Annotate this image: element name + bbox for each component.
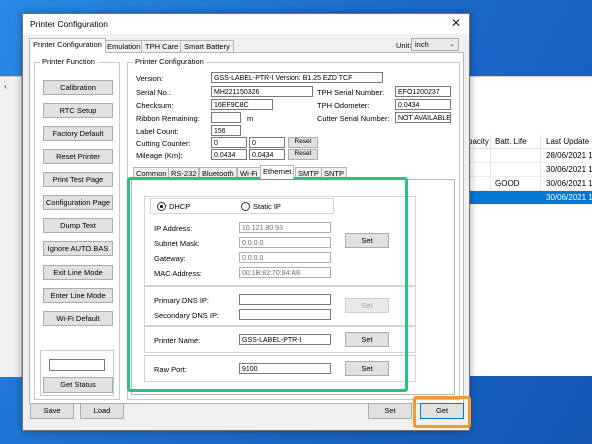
cutter-serial-label: Cutter Serial Number: (317, 114, 390, 123)
factory-default-button[interactable]: Factory Default (43, 126, 113, 141)
set-button[interactable]: Set (368, 403, 412, 419)
cutting-counter-label: Cutting Counter: (136, 139, 191, 148)
rtc-setup-button[interactable]: RTC Setup (43, 103, 113, 118)
print-test-page-button[interactable]: Print Test Page (43, 172, 113, 187)
load-button[interactable]: Load (80, 403, 124, 419)
title-bar: Printer Configuration ✕ (23, 14, 469, 34)
tph-odometer-field: 0.0434 (395, 99, 451, 110)
get-button-highlight (413, 396, 471, 428)
mileage-label: Mileage (Km): (136, 151, 183, 160)
unit-label: Unit: (396, 41, 412, 50)
configuration-page-button[interactable]: Configuration Page (43, 195, 113, 210)
label-count-label: Label Count: (136, 127, 179, 136)
background-device-table: pacity Batt. Life Last Update 28/06/2021… (462, 135, 592, 205)
cutter-serial-field: NOT AVAILABLE (395, 112, 451, 123)
table-cell: 28/06/2021 14: (546, 151, 592, 160)
table-cell: 30/06/2021 15: (546, 179, 592, 188)
table-cell: GOOD (495, 179, 520, 188)
cutting-counter-reset-button[interactable]: Reset (288, 137, 318, 148)
checksum-field: 16EF9C8C (211, 99, 273, 110)
ribbon-remaining-field (211, 112, 241, 123)
ethernet-settings-highlight (127, 177, 408, 392)
get-status-button[interactable]: Get Status (43, 377, 113, 393)
checksum-label: Checksum: (136, 101, 174, 110)
calibration-button[interactable]: Calibration (43, 80, 113, 95)
version-label: Version: (136, 74, 164, 83)
save-button[interactable]: Save (30, 403, 74, 419)
status-field (49, 359, 105, 371)
reset-printer-button[interactable]: Reset Printer (43, 149, 113, 164)
table-row[interactable]: 30/06/2021 13: (462, 163, 592, 177)
ignore-auto-bas-button[interactable]: Ignore AUTO.BAS (43, 241, 113, 256)
tab-smart-battery[interactable]: Smart Battery (180, 40, 234, 52)
tph-serial-field: EFO1200237 (395, 86, 451, 97)
unit-select-value: inch (415, 40, 429, 49)
dialog-title: Printer Configuration (30, 19, 108, 29)
ribbon-remaining-label: Ribbon Remaining: (136, 114, 200, 123)
background-window-side: ‹ (0, 77, 22, 377)
table-cell: 30/06/2021 15: (546, 193, 592, 202)
cutting-counter-field-a: 0 (211, 137, 247, 148)
chevron-left-icon[interactable]: ‹ (4, 81, 7, 91)
label-count-field: 156 (211, 125, 241, 136)
column-header-last-update[interactable]: Last Update (546, 137, 589, 146)
mileage-field-b: 0.0434 (249, 149, 285, 160)
column-header-batt-life[interactable]: Batt. Life (495, 137, 527, 146)
printer-configuration-group-label: Printer Configuration (133, 57, 206, 66)
cutting-counter-field-b: 0 (249, 137, 285, 148)
column-header-capacity[interactable]: pacity (468, 137, 489, 146)
table-row[interactable]: 28/06/2021 14: (462, 149, 592, 163)
tab-tph-care[interactable]: TPH Care (141, 40, 183, 52)
dump-text-button[interactable]: Dump Text (43, 218, 113, 233)
serial-field: MH221150326 (211, 86, 313, 97)
table-row[interactable]: GOOD 30/06/2021 15: (462, 177, 592, 191)
chevron-down-icon: ⌄ (449, 41, 455, 48)
tab-emulation[interactable]: Emulation (103, 40, 145, 52)
mileage-field-a: 0.0434 (211, 149, 247, 160)
table-cell: 30/06/2021 13: (546, 165, 592, 174)
close-icon[interactable]: ✕ (451, 16, 461, 30)
tph-serial-label: TPH Serial Number: (317, 88, 385, 97)
table-row-selected[interactable]: 30/06/2021 15: (462, 191, 592, 205)
exit-line-mode-button[interactable]: Exit Line Mode (43, 265, 113, 280)
tab-ethernet[interactable]: Ethernet (260, 165, 295, 179)
tph-odometer-label: TPH Odometer: (317, 101, 370, 110)
version-field: GSS-LABEL-PTR-I Version: B1.25 EZD TCF (211, 72, 383, 83)
serial-label: Serial No.: (136, 88, 172, 97)
mileage-reset-button[interactable]: Reset (288, 149, 318, 160)
unit-select[interactable]: inch ⌄ (411, 38, 459, 51)
tab-printer-configuration[interactable]: Printer Configuration (29, 38, 106, 53)
enter-line-mode-button[interactable]: Enter Line Mode (43, 288, 113, 303)
ribbon-unit-label: m (247, 114, 254, 123)
printer-function-label: Printer Function (40, 57, 97, 66)
wifi-default-button[interactable]: Wi-Fi Default (43, 311, 113, 326)
table-header: pacity Batt. Life Last Update (462, 135, 592, 149)
